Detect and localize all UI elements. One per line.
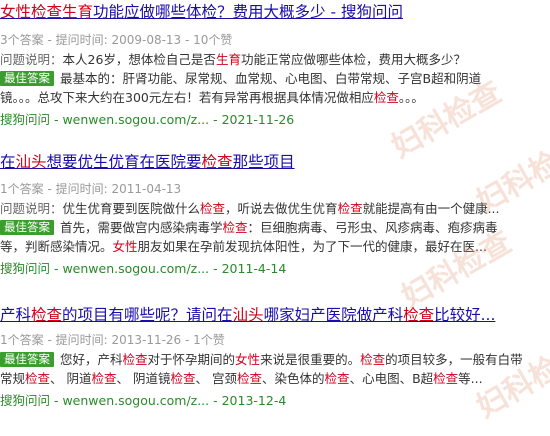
text-segment: 、 阴道镜	[116, 371, 171, 386]
text-segment: 、 阴道	[50, 371, 92, 386]
highlight-keyword: 检查	[91, 371, 117, 386]
text-segment: 、染色体的	[262, 371, 325, 386]
highlight-keyword: 检查	[31, 306, 63, 324]
text-segment: 那些项目	[232, 153, 295, 171]
best-answer-line-2: 常规检查、 阴道检查、 阴道镜检查、 宫颈检查、染色体的检查、心电图、B超检查等…	[0, 369, 550, 388]
highlight-keyword: 检查	[25, 371, 51, 386]
text-segment: 、 宫颈	[195, 371, 238, 386]
highlight-keyword: 检查	[222, 220, 248, 235]
best-answer-line-1: 最佳答案 您好，产科检查对于怀孕期间的女性来说是很重要的。检查的项目较多，一般有白…	[0, 350, 550, 369]
text-segment: 、心电图、B超	[349, 371, 434, 386]
text-segment: 功能正常应做哪些体检，费用大概多少？	[240, 52, 466, 67]
text-segment: 。。。	[398, 90, 424, 105]
text-segment: 等，判断感染情况。	[0, 239, 113, 254]
text-segment: 等...	[458, 371, 483, 386]
answer-text: 首先，需要做宫内感染病毒学检查：巨细胞病毒、弓形虫、风疹病毒、疱疹病毒	[60, 220, 498, 235]
highlight-keyword: 女性	[112, 239, 138, 254]
best-answer-line-2: 等，判断感染情况。女性朋友如果在孕前发现抗体阳性，为了下一代的健康，最好在医..…	[0, 237, 550, 256]
text-segment: 优生优育要到医院做什么	[62, 201, 201, 216]
highlight-keyword: 检查	[170, 371, 196, 386]
question-label: 问题说明：	[0, 52, 63, 67]
text-segment: 产科	[0, 306, 32, 324]
highlight-keyword: 女性	[235, 352, 261, 367]
text-segment: 功能应做哪些体检？费用大概多少 - 搜狗问问	[93, 3, 403, 21]
text-segment: 首先，需要做宫内感染病毒学	[60, 220, 223, 235]
highlight-keyword: 检查	[201, 153, 233, 171]
highlight-keyword: 检查	[403, 306, 435, 324]
text-segment: ，听说去做优生优育	[225, 201, 338, 216]
result-title-link[interactable]: 在汕头想要优生优育在医院要检查那些项目	[0, 152, 550, 172]
text-segment: 哪家妇产医院做产科	[263, 306, 404, 324]
highlight-keyword: 检查	[237, 371, 263, 386]
result-source[interactable]: 搜狗问问 - wenwen.sogou.com/z... - 2013-12-4	[0, 391, 550, 410]
highlight-keyword: 生育	[62, 3, 94, 21]
text-segment: 的项目有哪些呢？请问在	[62, 306, 233, 324]
best-answer-line-1: 最佳答案 最基本的：肝肾功能、尿常规、血常规、心电图、白带常规、子宫B超和阴道	[0, 69, 550, 88]
text-segment: 比较好...	[434, 306, 496, 324]
search-result-1: 女性检查生育功能应做哪些体检？费用大概多少 - 搜狗问问 3个答案 - 提问时间…	[0, 2, 550, 129]
question-text: 本人26岁，想体检自己是否生育功能正常应做哪些体检，费用大概多少？	[63, 52, 466, 67]
highlight-keyword: 检查	[337, 201, 363, 216]
text-segment: 您好，产科	[60, 352, 123, 367]
best-answer-badge: 最佳答案	[0, 71, 54, 86]
question-description: 问题说明：优生优育要到医院做什么检查，听说去做优生优育检查就能提高有由一个健康.…	[0, 199, 550, 218]
text-segment: 对于怀孕期间的	[147, 352, 236, 367]
text-segment: ：巨细胞病毒、弓形虫、风疹病毒、疱疹病毒	[247, 220, 498, 235]
search-result-3: 产科检查的项目有哪些呢？请问在汕头哪家妇产医院做产科检查比较好... 1个答案 …	[0, 305, 550, 410]
highlight-keyword: 女性	[0, 3, 32, 21]
text-segment: 的项目较多，一般有白带	[385, 352, 523, 367]
best-answer-badge: 最佳答案	[0, 220, 54, 235]
question-description: 问题说明：本人26岁，想体检自己是否生育功能正常应做哪些体检，费用大概多少？	[0, 50, 550, 69]
highlight-keyword: 检查	[200, 201, 226, 216]
text-segment: 镜。。。总攻下来大约在300元左右！若有异常再根据具体情况做相应	[0, 90, 374, 105]
highlight-keyword: 检查	[360, 352, 386, 367]
text-segment: 最基本的：肝肾功能、尿常规、血常规、心电图、白带常规、子宫B超和阴道	[60, 71, 482, 86]
result-source[interactable]: 搜狗问问 - wenwen.sogou.com/z... - 2021-11-2…	[0, 110, 550, 129]
best-answer-badge: 最佳答案	[0, 352, 54, 367]
text-segment: 想要优生优育在医院要	[46, 153, 202, 171]
result-meta: 3个答案 - 提问时间: 2009-08-13 - 10个赞	[0, 33, 233, 47]
best-answer-line-1: 最佳答案 首先，需要做宫内感染病毒学检查：巨细胞病毒、弓形虫、风疹病毒、疱疹病毒	[0, 218, 550, 237]
text-segment: 常规	[0, 371, 26, 386]
answer-text: 您好，产科检查对于怀孕期间的女性来说是很重要的。检查的项目较多，一般有白带	[60, 352, 523, 367]
best-answer-line-2: 镜。。。总攻下来大约在300元左右！若有异常再根据具体情况做相应检查。。。	[0, 88, 550, 107]
highlight-keyword: 汕头	[15, 153, 47, 171]
text-segment: 来说是很重要的。	[260, 352, 361, 367]
result-title-link[interactable]: 产科检查的项目有哪些呢？请问在汕头哪家妇产医院做产科检查比较好...	[0, 305, 550, 325]
highlight-keyword: 检查	[31, 3, 63, 21]
result-title-link[interactable]: 女性检查生育功能应做哪些体检？费用大概多少 - 搜狗问问	[0, 2, 550, 22]
result-meta: 1个答案 - 提问时间: 2011-04-13	[0, 182, 182, 196]
question-text: 优生优育要到医院做什么检查，听说去做优生优育检查就能提高有由一个健康...	[63, 201, 500, 216]
highlight-keyword: 生育	[215, 52, 241, 67]
answer-text: 镜。。。总攻下来大约在300元左右！若有异常再根据具体情况做相应检查。。。	[0, 90, 424, 105]
result-meta: 1个答案 - 提问时间: 2013-11-26 - 1个赞	[0, 333, 225, 347]
result-source[interactable]: 搜狗问问 - wenwen.sogou.com/z... - 2011-4-14	[0, 259, 550, 278]
text-segment: 朋友如果在孕前发现抗体阳性，为了下一代的健康，最好在医...	[137, 239, 487, 254]
answer-text: 等，判断感染情况。女性朋友如果在孕前发现抗体阳性，为了下一代的健康，最好在医..…	[0, 239, 487, 254]
text-segment: 本人26岁，想体检自己是否	[62, 52, 216, 67]
question-label: 问题说明：	[0, 201, 63, 216]
highlight-keyword: 检查	[122, 352, 148, 367]
highlight-keyword: 检查	[324, 371, 350, 386]
search-result-2: 在汕头想要优生优育在医院要检查那些项目 1个答案 - 提问时间: 2011-04…	[0, 152, 550, 278]
highlight-keyword: 汕头	[232, 306, 264, 324]
highlight-keyword: 检查	[433, 371, 459, 386]
answer-text: 常规检查、 阴道检查、 阴道镜检查、 宫颈检查、染色体的检查、心电图、B超检查等…	[0, 371, 483, 386]
text-segment: 在	[0, 153, 16, 171]
highlight-keyword: 检查	[373, 90, 399, 105]
answer-text: 最基本的：肝肾功能、尿常规、血常规、心电图、白带常规、子宫B超和阴道	[60, 71, 481, 86]
text-segment: 就能提高有由一个健康...	[362, 201, 500, 216]
